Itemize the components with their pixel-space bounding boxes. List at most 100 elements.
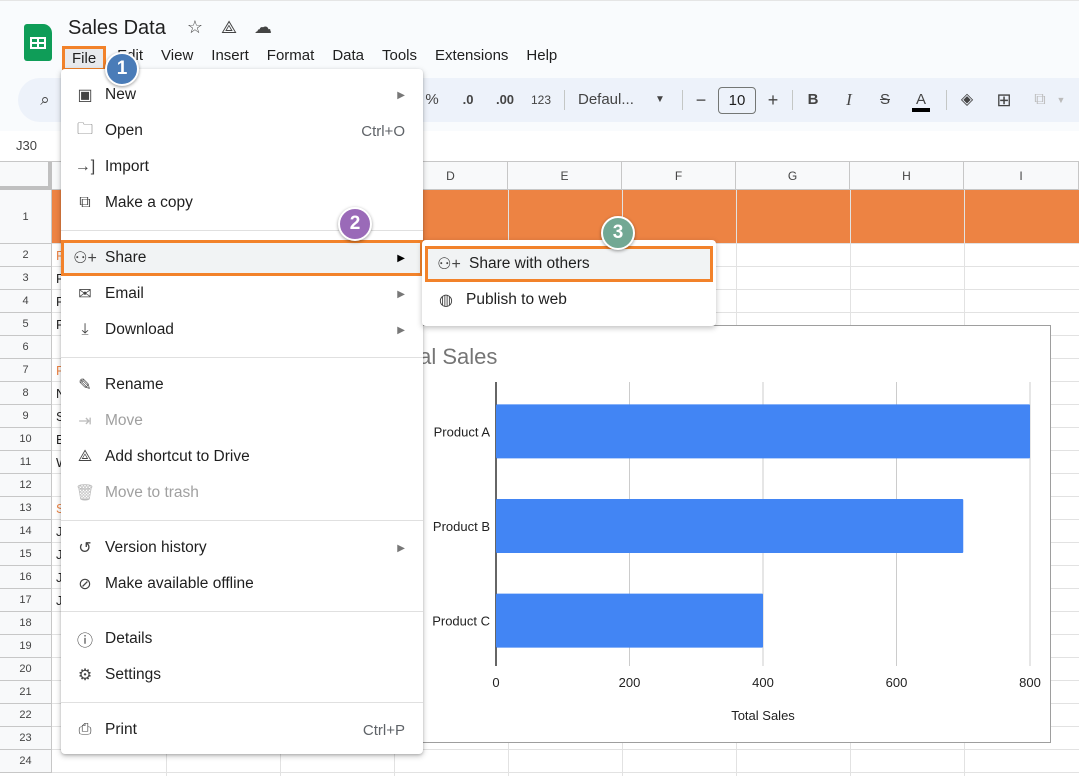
menu-item-label: Share (105, 249, 147, 266)
menu-item-add-shortcut-to-drive[interactable]: ⟁ Add shortcut to Drive (61, 439, 423, 475)
menu-extensions[interactable]: Extensions (428, 46, 515, 71)
font-dropdown-icon[interactable]: ▼ (652, 78, 668, 122)
row-header-8[interactable]: 8 (0, 382, 52, 405)
row-header-19[interactable]: 19 (0, 635, 52, 658)
strikethrough-button[interactable]: S (874, 78, 896, 122)
row-header-14[interactable]: 14 (0, 520, 52, 543)
format-percent-button[interactable]: % (420, 78, 444, 122)
row-header-13[interactable]: 13 (0, 497, 52, 520)
row-header-9[interactable]: 9 (0, 405, 52, 428)
column-header-h[interactable]: H (850, 162, 964, 190)
row-header-22[interactable]: 22 (0, 704, 52, 727)
text-color-label: A (911, 91, 930, 112)
cloud-saved-icon[interactable]: ☁ (252, 17, 274, 38)
merge-cells-icon[interactable]: ⧉ (1028, 78, 1052, 122)
fill-color-icon[interactable]: ◈ (954, 78, 980, 122)
menu-item-make-available-offline[interactable]: ⊘ Make available offline (61, 566, 423, 602)
top-bar: Sales Data ☆ ⟁ ☁ File Edit View Insert F… (0, 0, 1079, 76)
menu-item-import[interactable]: →] Import (61, 149, 423, 185)
search-menus-icon[interactable]: ⌕ (32, 78, 58, 122)
bold-button[interactable]: B (802, 78, 824, 122)
row-header-7[interactable]: 7 (0, 359, 52, 382)
column-header-i[interactable]: I (964, 162, 1079, 190)
move-to-drive-icon[interactable]: ⟁ (218, 17, 240, 38)
menu-item-version-history[interactable]: ↺ Version history ▶ (61, 530, 423, 566)
document-title[interactable]: Sales Data (68, 17, 166, 40)
row-header-1[interactable]: 1 (0, 190, 52, 244)
menu-tools[interactable]: Tools (375, 46, 424, 71)
font-size-input[interactable]: 10 (718, 87, 756, 114)
star-icon[interactable]: ☆ (184, 17, 206, 38)
row-header-20[interactable]: 20 (0, 658, 52, 681)
increase-decimal-button[interactable]: .00 (490, 78, 520, 122)
shortcut-label: Ctrl+O (361, 122, 405, 140)
row-header-6[interactable]: 6 (0, 336, 52, 359)
row-header-12[interactable]: 12 (0, 474, 52, 497)
column-header-f[interactable]: F (622, 162, 736, 190)
menu-item-download[interactable]: ⤓ Download ▶ (61, 312, 423, 348)
rename-icon: ✎ (78, 377, 92, 394)
row-header-24[interactable]: 24 (0, 750, 52, 773)
merge-dropdown-icon[interactable]: ▼ (1054, 78, 1068, 122)
menu-item-share[interactable]: ⚇+ Share ▶ (61, 240, 423, 276)
menu-item-share-with-others[interactable]: ⚇+ Share with others (425, 246, 713, 282)
menu-item-print[interactable]: ⎙ Print Ctrl+P (61, 712, 423, 748)
decrease-font-size-button[interactable]: − (690, 78, 712, 122)
name-box[interactable]: J30 (16, 138, 37, 153)
borders-icon[interactable]: ⊞ (992, 78, 1016, 122)
menu-item-move-to-trash[interactable]: 🗑 Move to trash (61, 475, 423, 511)
row-header-16[interactable]: 16 (0, 566, 52, 589)
menu-item-label: Download (105, 321, 174, 338)
menu-item-open[interactable]: 🗀 Open Ctrl+O (61, 113, 423, 149)
row-header-5[interactable]: 5 (0, 313, 52, 336)
italic-button[interactable]: I (838, 78, 860, 122)
menu-view[interactable]: View (154, 46, 200, 71)
row-header-23[interactable]: 23 (0, 727, 52, 750)
row-header-2[interactable]: 2 (0, 244, 52, 267)
menu-item-label: Publish to web (466, 291, 567, 308)
menu-help[interactable]: Help (519, 46, 564, 71)
row-header-11[interactable]: 11 (0, 451, 52, 474)
menu-item-publish-to-web[interactable]: ◍ Publish to web (422, 282, 716, 318)
folder-icon: 🗀 (76, 120, 93, 138)
bar-chart[interactable]: tal Sales 0 200 400 600 800 Product A Product B… (398, 325, 1051, 743)
category-label: Product C (432, 614, 490, 629)
submenu-arrow-icon: ▶ (397, 542, 405, 554)
submenu-arrow-icon: ▶ (397, 324, 405, 336)
menu-data[interactable]: Data (325, 46, 371, 71)
row-header-4[interactable]: 4 (0, 290, 52, 313)
copy-icon: ⧉ (79, 194, 91, 211)
row-header-17[interactable]: 17 (0, 589, 52, 612)
menu-item-label: Move to trash (105, 484, 199, 501)
row-header-3[interactable]: 3 (0, 267, 52, 290)
decrease-decimal-button[interactable]: .0 (454, 78, 482, 122)
history-icon: ↺ (78, 540, 92, 557)
menu-format[interactable]: Format (260, 46, 322, 71)
shortcut-label: Ctrl+P (362, 721, 405, 739)
column-header-g[interactable]: G (736, 162, 850, 190)
menu-item-details[interactable]: ⓘ Details (61, 621, 423, 657)
toolbar-divider (946, 90, 947, 110)
menu-item-rename[interactable]: ✎ Rename (61, 367, 423, 403)
row-header-10[interactable]: 10 (0, 428, 52, 451)
x-axis-title: Total Sales (731, 708, 795, 723)
email-icon: ✉ (78, 286, 92, 303)
more-formats-button[interactable]: 123 (526, 78, 556, 122)
row-header-15[interactable]: 15 (0, 543, 52, 566)
sheets-logo-icon[interactable] (24, 24, 52, 61)
menu-item-label: Email (105, 285, 144, 302)
row-header-18[interactable]: 18 (0, 612, 52, 635)
increase-font-size-button[interactable]: + (762, 78, 784, 122)
menu-file[interactable]: File (62, 46, 107, 71)
font-family-select[interactable]: Defaul... (578, 78, 648, 122)
select-all-corner[interactable] (0, 162, 52, 190)
menu-item-settings[interactable]: ⚙ Settings (61, 657, 423, 693)
menu-item-email[interactable]: ✉ Email ▶ (61, 276, 423, 312)
menu-item-move[interactable]: ⇥ Move (61, 403, 423, 439)
x-tick-label: 0 (492, 675, 499, 690)
menu-insert[interactable]: Insert (204, 46, 256, 71)
text-color-button[interactable]: A (908, 78, 934, 122)
menu-item-label: Move (105, 412, 143, 429)
column-header-e[interactable]: E (508, 162, 622, 190)
row-header-21[interactable]: 21 (0, 681, 52, 704)
